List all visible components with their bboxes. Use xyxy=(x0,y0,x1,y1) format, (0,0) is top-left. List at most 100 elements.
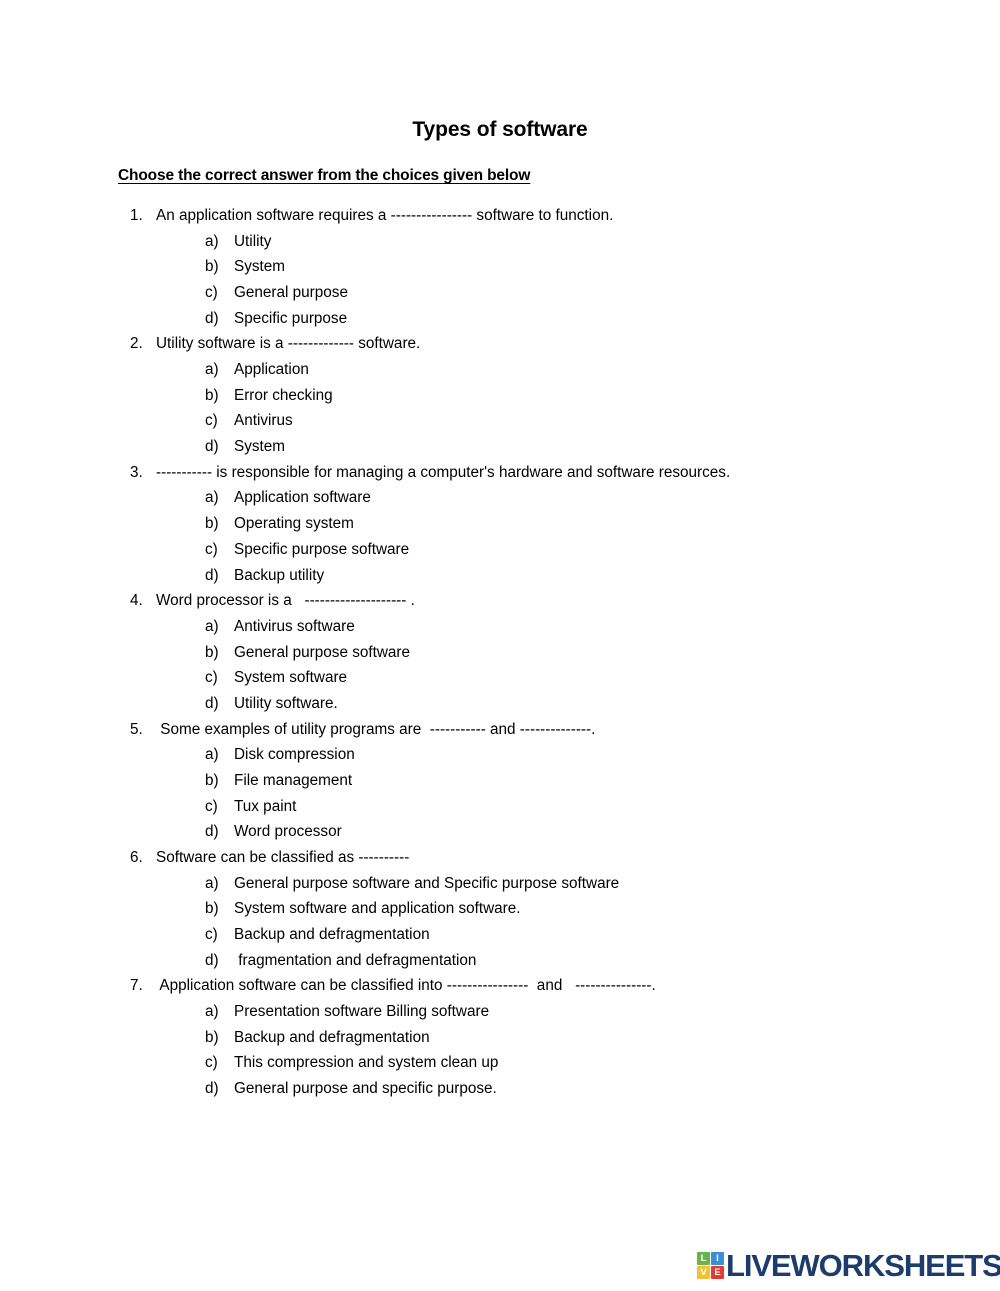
answer-option[interactable]: a) Antivirus software xyxy=(0,614,1000,640)
answer-option[interactable]: c) Antivirus xyxy=(0,408,1000,434)
option-letter: c) xyxy=(205,412,218,430)
question-text: Software can be classified as ---------- xyxy=(156,849,410,867)
option-text: Operating system xyxy=(234,515,354,533)
option-letter: c) xyxy=(205,284,218,301)
question-line: 5. Some examples of utility programs are… xyxy=(0,717,1000,743)
option-letter: d) xyxy=(205,694,219,712)
option-letter: b) xyxy=(205,643,219,661)
answer-option[interactable]: d) Backup utility xyxy=(0,563,1000,589)
option-text: System xyxy=(234,258,285,276)
answer-option[interactable]: c) General purpose xyxy=(0,280,1000,306)
option-text: Error checking xyxy=(234,386,333,404)
option-letter: d) xyxy=(205,951,219,969)
option-letter: c) xyxy=(205,926,218,944)
question-line: 1. An application software requires a ---… xyxy=(0,203,1000,229)
option-letter: b) xyxy=(205,515,219,533)
logo-wordmark: LIVEWORKSHEETS xyxy=(726,1248,1000,1283)
answer-option[interactable]: b) File management xyxy=(0,768,1000,794)
option-text: Antivirus xyxy=(234,412,293,430)
question-block: 1. An application software requires a ---… xyxy=(0,203,1000,331)
option-letter: d) xyxy=(205,566,219,584)
logo-tile-v: V xyxy=(697,1266,710,1279)
option-letter: b) xyxy=(205,386,219,404)
option-text: General purpose xyxy=(234,284,348,301)
option-text: Application xyxy=(234,361,309,378)
answer-option[interactable]: b) Backup and defragmentation xyxy=(0,1025,1000,1051)
option-letter: b) xyxy=(205,771,219,789)
option-text: Tux paint xyxy=(234,797,297,815)
answer-option[interactable]: c) System software xyxy=(0,665,1000,691)
answer-option[interactable]: d) fragmentation and defragmentation xyxy=(0,948,1000,974)
answer-option[interactable]: d) Utility software. xyxy=(0,691,1000,717)
option-letter: b) xyxy=(205,258,219,276)
logo-tile-i: I xyxy=(711,1252,724,1265)
liveworksheets-logo: LIVE LIVEWORKSHEETS xyxy=(697,1250,1000,1281)
option-letter: a) xyxy=(205,232,219,250)
option-text: Backup and defragmentation xyxy=(234,1028,430,1046)
logo-tile-e: E xyxy=(711,1266,724,1279)
answer-option[interactable]: d) General purpose and specific purpose. xyxy=(0,1076,1000,1102)
option-letter: c) xyxy=(205,797,218,815)
question-text: An application software requires a -----… xyxy=(156,207,614,224)
option-text: fragmentation and defragmentation xyxy=(234,951,477,969)
question-line: 7. Application software can be classifie… xyxy=(0,973,1000,999)
option-text: General purpose and specific purpose. xyxy=(234,1080,497,1098)
answer-option[interactable]: d) Specific purpose xyxy=(0,306,1000,332)
question-line: 3. ----------- is responsible for managin… xyxy=(0,460,1000,486)
answer-option[interactable]: d) Word processor xyxy=(0,819,1000,845)
option-letter: b) xyxy=(205,1028,219,1046)
answer-option[interactable]: b) System xyxy=(0,254,1000,280)
option-letter: a) xyxy=(205,489,219,507)
answer-option[interactable]: b) Operating system xyxy=(0,511,1000,537)
instruction-heading: Choose the correct answer from the choic… xyxy=(118,167,531,184)
option-letter: d) xyxy=(205,823,219,841)
answer-option[interactable]: a) Presentation software Billing software xyxy=(0,999,1000,1025)
logo-tiles: LIVE xyxy=(697,1252,724,1279)
option-letter: a) xyxy=(205,361,219,378)
option-text: Antivirus software xyxy=(234,617,355,635)
question-text: Utility software is a ------------- soft… xyxy=(156,335,421,353)
option-text: Backup utility xyxy=(234,566,325,584)
page-title: Types of software xyxy=(412,118,588,141)
answer-option[interactable]: c) Backup and defragmentation xyxy=(0,922,1000,948)
question-text: Application software can be classified i… xyxy=(156,977,656,995)
answer-option[interactable]: b) Error checking xyxy=(0,383,1000,409)
question-number: 1. xyxy=(130,207,143,224)
answer-option[interactable]: c) Tux paint xyxy=(0,794,1000,820)
logo-tile-l: L xyxy=(697,1252,710,1265)
question-number: 4. xyxy=(130,592,143,610)
question-number: 6. xyxy=(130,849,143,867)
answer-option[interactable]: b) General purpose software xyxy=(0,640,1000,666)
option-letter: a) xyxy=(205,874,219,892)
option-text: This compression and system clean up xyxy=(234,1054,499,1072)
option-text: Application software xyxy=(234,489,371,507)
worksheet-page: Types of software Choose the correct ans… xyxy=(0,0,1000,1291)
option-text: Word processor xyxy=(234,823,342,841)
question-line: 4. Word processor is a ------------------… xyxy=(0,588,1000,614)
question-block: 5. Some examples of utility programs are… xyxy=(0,717,1000,845)
answer-option[interactable]: a) Application xyxy=(0,357,1000,383)
option-text: Specific purpose software xyxy=(234,540,410,558)
answer-option[interactable]: a) General purpose software and Specific … xyxy=(0,871,1000,897)
question-number: 7. xyxy=(130,977,143,995)
option-letter: c) xyxy=(205,1054,218,1072)
answer-option[interactable]: a) Disk compression xyxy=(0,742,1000,768)
answer-option[interactable]: c) This compression and system clean up xyxy=(0,1050,1000,1076)
option-letter: a) xyxy=(205,1003,219,1021)
answer-option[interactable]: a) Application software xyxy=(0,485,1000,511)
answer-option[interactable]: c) Specific purpose software xyxy=(0,537,1000,563)
option-text: General purpose software and Specific pu… xyxy=(234,874,620,892)
question-line: 2. Utility software is a ------------- so… xyxy=(0,331,1000,357)
answer-option[interactable]: a) Utility xyxy=(0,229,1000,255)
option-letter: d) xyxy=(205,438,219,456)
option-text: General purpose software xyxy=(234,643,411,661)
option-text: System software and application software… xyxy=(234,900,521,918)
option-letter: b) xyxy=(205,900,219,918)
answer-option[interactable]: d) System xyxy=(0,434,1000,460)
option-letter: d) xyxy=(205,309,219,327)
option-text: Presentation software Billing software xyxy=(234,1003,490,1021)
question-number: 2. xyxy=(130,335,143,353)
option-text: Backup and defragmentation xyxy=(234,926,430,944)
question-text: Word processor is a --------------------… xyxy=(156,592,415,610)
answer-option[interactable]: b) System software and application softwa… xyxy=(0,896,1000,922)
